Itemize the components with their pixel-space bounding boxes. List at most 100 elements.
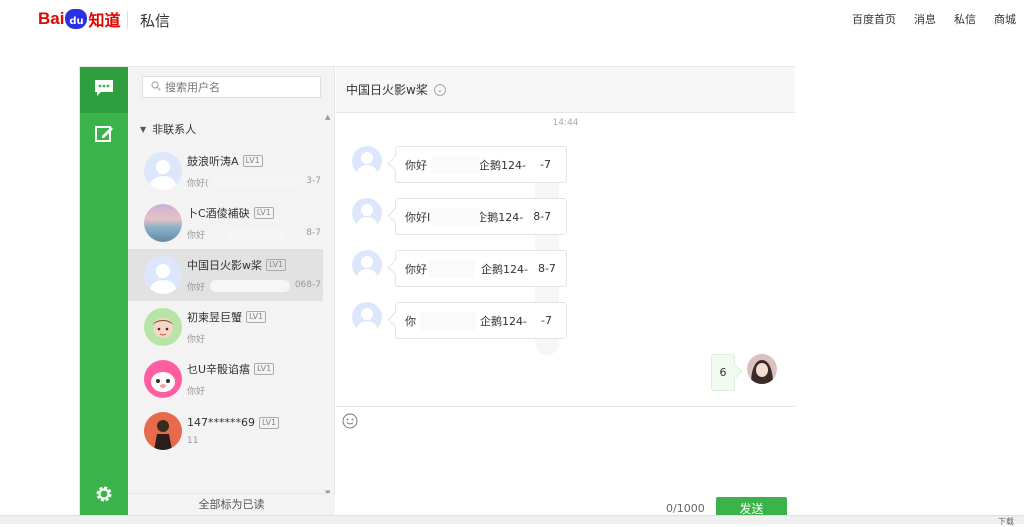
chat-tab[interactable] [80, 67, 128, 113]
group-label: 非联系人 [152, 123, 197, 136]
top-bar: Bai du 知道 私信 百度首页 消息 私信 商城 [0, 0, 1024, 38]
avatar [144, 152, 182, 190]
message-text-end: 企鹅124- [481, 262, 528, 276]
contact-name: 鼓浪听涛A [187, 155, 239, 168]
nav-messages[interactable]: 消息 [914, 11, 936, 27]
redaction-mask [211, 176, 304, 188]
logo-zhidao-text: 知道 [88, 11, 121, 30]
contact-list-panel: ▼ 非联系人 鼓浪听涛ALV1 你好(3-7 卜C酒倰補砄LV1 你好8-7 [128, 67, 335, 515]
contact-item[interactable]: 147******69 LV1 11 [128, 405, 323, 457]
message-timestamp: 14:44 [552, 118, 579, 128]
search-input[interactable] [165, 80, 315, 94]
message-bubble: 你好 企鹅124- 8-7 [395, 250, 567, 287]
message-text-end: 企鹅124- [479, 158, 526, 172]
settings-tab[interactable] [80, 473, 128, 519]
contact-item[interactable]: 鼓浪听涛A LV1 你好( 3-7 [128, 145, 323, 197]
contact-name: 中国日火影w桨 [187, 259, 262, 272]
avatar [144, 308, 182, 346]
page-title: 私信 [140, 12, 171, 30]
redaction-mask [432, 208, 480, 226]
message-text-end: 企鹅124- [480, 314, 527, 328]
contact-item[interactable]: 乜U辛骰谄痦 LV1 你好 [128, 353, 323, 405]
contact-item[interactable]: 卜C酒倰補砄 LV1 你好 8-7 [128, 197, 323, 249]
search-icon [151, 80, 161, 94]
contact-item-active[interactable]: 中国日火影w桨 LV1 你好 068-7 [128, 249, 323, 301]
settings-gear-icon [94, 484, 114, 508]
own-message-row: 6 [711, 354, 777, 391]
redaction-mask [429, 260, 475, 278]
level-badge: LV1 [266, 259, 287, 271]
own-avatar [747, 354, 777, 384]
message-bubble: 你好I 企鹅124- 8-7 [395, 198, 567, 235]
message-text: 你 [405, 314, 416, 328]
contact-list: 鼓浪听涛A LV1 你好(3-7 卜C酒倰補砄 LV1 你好 8-7 中国日火影w桨 L… [128, 145, 323, 457]
compose-icon [94, 124, 114, 148]
message-text-end: 企鹅124- [476, 210, 524, 224]
non-contacts-group[interactable]: ▼ 非联系人 [140, 121, 196, 137]
avatar [352, 250, 382, 280]
compose-tab[interactable] [80, 113, 128, 159]
contact-name: 乜U辛骰谄痦 [187, 363, 251, 376]
message-input[interactable] [342, 435, 788, 485]
message-text-tail: -7 [540, 314, 552, 327]
level-badge: LV1 [254, 363, 275, 375]
contact-name: 卜C酒倰補砄 [187, 207, 250, 220]
message-text-tail: 8-7 [537, 262, 556, 275]
message-text: 你好I [405, 210, 431, 224]
contact-list-scrollbar[interactable]: ▲ ▼ [322, 113, 334, 497]
level-badge: LV1 [242, 155, 263, 167]
message-row: 你好I 企鹅124- 8-7 [352, 198, 567, 235]
avatar [144, 256, 182, 294]
message-preview: 你好 [187, 283, 206, 293]
search-box[interactable] [142, 76, 321, 98]
logo-bai-text: Bai [38, 9, 65, 28]
contact-name: 初柬昱巨蟹 [187, 311, 242, 324]
message-row: 你好 企鹅124- 8-7 [352, 250, 567, 287]
level-badge: LV1 [246, 311, 267, 323]
message-text-tail: 8-7 [533, 210, 552, 223]
message-text: 你好 [405, 262, 427, 276]
message-preview-end: 068-7 [294, 280, 321, 290]
chevron-down-icon[interactable]: ⌄ [433, 83, 446, 96]
chat-panel: 中国日火影w桨 ⌄ 14:44 你好 企鹅124- -7 你好I 企鹅124- … [336, 67, 795, 519]
mark-all-read-button[interactable]: 全部标为已读 [128, 493, 335, 515]
scroll-up-icon[interactable]: ▲ [325, 113, 330, 121]
redaction-mask [432, 156, 480, 174]
character-counter: 0/1000 [666, 502, 705, 515]
browser-bottom-bar: 下载 [0, 515, 1024, 527]
redaction-mask [209, 280, 290, 292]
download-label[interactable]: 下载 [998, 516, 1014, 527]
left-rail [80, 67, 128, 515]
redaction-mask [420, 312, 476, 330]
messaging-panel: ▼ 非联系人 鼓浪听涛ALV1 你好(3-7 卜C酒倰補砄LV1 你好8-7 [79, 66, 795, 519]
message-row: 你 企鹅124- -7 [352, 302, 567, 339]
emoji-icon[interactable] [342, 413, 358, 433]
chat-title: 中国日火影w桨 [346, 83, 428, 97]
message-text-tail: -7 [539, 158, 551, 171]
message-preview-end: 3-7 [306, 176, 321, 186]
caret-down-icon: ▼ [140, 124, 147, 134]
message-preview: 11 [187, 436, 199, 446]
own-message-bubble: 6 [711, 354, 735, 391]
compose-area: 0/1000 发送 [336, 406, 795, 519]
chat-bubble-icon [93, 78, 115, 102]
header-divider [127, 11, 128, 29]
logo-paw-icon: du [65, 9, 88, 29]
contact-name: 147******69 [187, 416, 255, 429]
nav-baidu-home[interactable]: 百度首页 [852, 11, 896, 27]
avatar [144, 204, 182, 242]
contact-item[interactable]: 初柬昱巨蟹 LV1 你好 [128, 301, 323, 353]
baidu-zhidao-logo[interactable]: Bai du 知道 [38, 8, 120, 30]
nav-private-messages[interactable]: 私信 [954, 11, 976, 27]
avatar [144, 412, 182, 450]
avatar [144, 360, 182, 398]
message-row: 你好 企鹅124- -7 [352, 146, 567, 183]
message-preview-end: 8-7 [306, 228, 321, 238]
redaction-mask [225, 228, 286, 240]
top-nav: 百度首页 消息 私信 商城 [852, 11, 1016, 27]
chat-header: 中国日火影w桨 ⌄ [336, 67, 795, 113]
message-preview: 你好( [187, 179, 209, 189]
nav-mall[interactable]: 商城 [994, 11, 1016, 27]
message-preview: 你好 [187, 231, 206, 241]
message-preview: 你好 [187, 335, 206, 345]
